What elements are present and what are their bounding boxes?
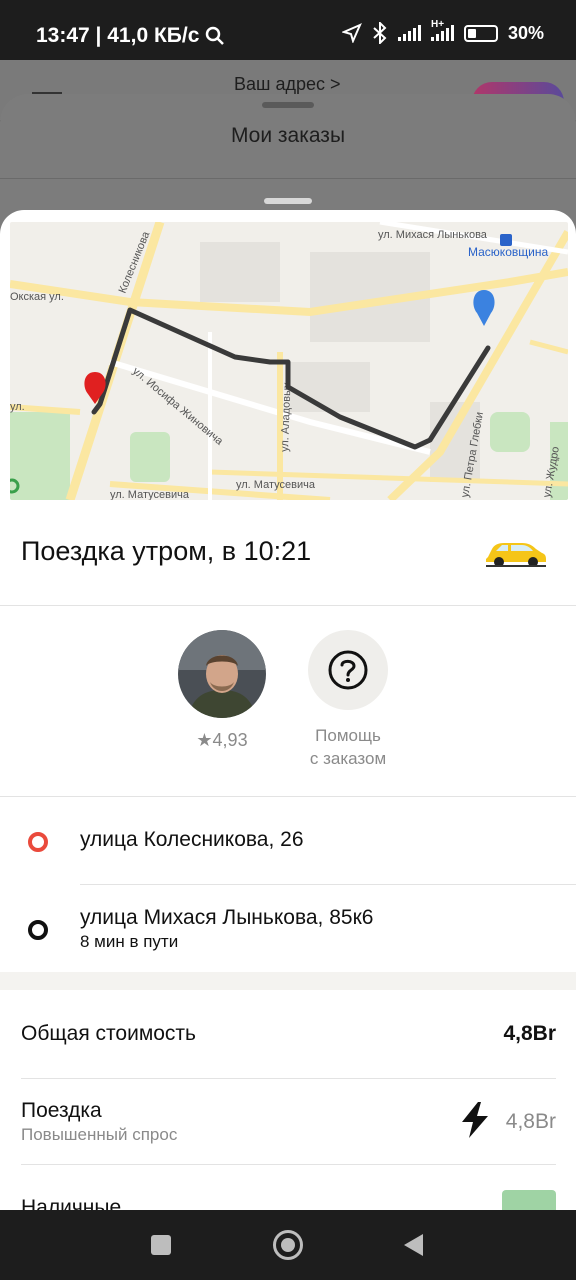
signal-icon [397, 25, 421, 41]
origin-dot-icon [28, 832, 48, 852]
divider [0, 796, 576, 797]
map-label-ul: ул. [10, 401, 25, 413]
help-label-line1: Помощь [315, 726, 381, 745]
trip-title: Поездка утром, в 10:21 [21, 536, 312, 566]
bluetooth-icon [373, 22, 387, 44]
map-label-lynkova: ул. Михася Лынькова [378, 229, 488, 241]
cash-icon [502, 1190, 556, 1210]
status-time-speed: 13:47 | 41,0 КБ/с [36, 24, 200, 47]
route-map[interactable]: ул. Михася Лынькова Масюковщина Колесник… [10, 222, 568, 500]
payment-method-label: Наличные [21, 1196, 122, 1210]
location-arrow-icon [341, 23, 362, 43]
total-cost-label: Общая стоимость [21, 1022, 196, 1045]
ride-price: 4,8Br [505, 1110, 556, 1133]
driver-avatar[interactable] [178, 630, 266, 718]
origin-address: улица Колесникова, 26 [80, 828, 304, 851]
battery-icon [463, 24, 498, 42]
order-details-sheet: ул. Михася Лынькова Масюковщина Колесник… [0, 210, 576, 1210]
driver-rating: ★4,93 [196, 730, 248, 750]
battery-percent: 30% [507, 22, 544, 43]
navigation-bar [0, 1210, 576, 1280]
status-right: H+ 30% [341, 19, 544, 44]
network-type: H+ [430, 19, 445, 30]
map-label-matusevicha-2: ул. Матусевича [110, 489, 190, 500]
help-button[interactable] [308, 630, 388, 710]
search-icon [206, 26, 225, 45]
back-button[interactable] [404, 1234, 423, 1256]
destination-address: улица Михася Лынькова, 85к6 [80, 906, 374, 929]
help-label-line2: с заказом [309, 749, 387, 768]
divider [21, 1078, 556, 1079]
map-label-masyukovshchina: Масюковщина [468, 245, 548, 259]
drag-handle[interactable] [262, 102, 314, 108]
ride-label: Поездка [21, 1099, 102, 1122]
divider [0, 178, 576, 179]
signal-h-plus: H+ [430, 19, 454, 41]
status-bar: 13:47 | 41,0 КБ/с H+ 30% [0, 0, 576, 60]
map-label-okskaya: Окская ул. [10, 291, 64, 303]
taxi-car-icon [486, 543, 546, 567]
map-label-aladovykh: ул. Аладовых [279, 382, 293, 452]
total-cost-value: 4,8Br [503, 1022, 556, 1045]
lightning-icon [462, 1102, 488, 1138]
home-button[interactable] [273, 1230, 303, 1260]
divider [21, 1164, 556, 1165]
recents-button[interactable] [151, 1235, 171, 1255]
address-link: Ваш адрес > [234, 74, 341, 94]
sheet-drag-handle[interactable] [264, 198, 312, 204]
divider [80, 884, 576, 885]
status-left: 13:47 | 41,0 КБ/с [36, 24, 225, 48]
surge-label: Повышенный спрос [21, 1125, 178, 1144]
trip-duration: 8 мин в пути [80, 932, 179, 951]
help-label[interactable]: Помощь с заказом [288, 724, 408, 770]
destination-dot-icon [28, 920, 48, 940]
map-label-matusevicha: ул. Матусевича [236, 479, 316, 491]
divider [0, 605, 576, 606]
destination-pin-icon [473, 290, 495, 326]
orders-title: Мои заказы [230, 124, 346, 147]
question-mark-icon [328, 650, 368, 690]
section-gap [0, 972, 576, 990]
